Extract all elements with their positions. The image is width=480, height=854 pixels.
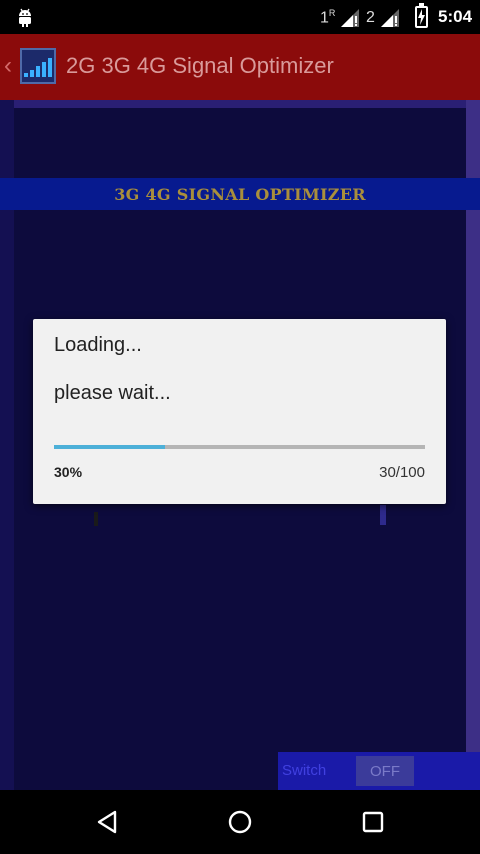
off-toggle-button[interactable]: OFF — [356, 756, 414, 786]
recents-button[interactable] — [355, 804, 391, 840]
sim1-label: 1 — [320, 9, 329, 26]
app-icon[interactable] — [20, 48, 56, 84]
recents-icon — [362, 811, 384, 833]
clock: 5:04 — [438, 7, 473, 26]
frame-top — [0, 100, 480, 108]
progress-count: 30/100 — [379, 464, 425, 481]
action-bar: ‹ 2G 3G 4G Signal Optimizer — [0, 34, 480, 100]
home-icon — [228, 810, 252, 834]
navigation-bar — [0, 790, 480, 854]
progress-bar — [54, 445, 425, 449]
signal-strength-icon — [341, 9, 360, 27]
sim2-signal: 2 — [366, 8, 400, 28]
obscured-mark — [94, 512, 98, 526]
back-icon — [97, 810, 117, 834]
status-bar: 1R 2 5:04 — [0, 0, 480, 34]
obscured-panel — [100, 505, 386, 525]
up-navigation-icon[interactable]: ‹ — [4, 52, 12, 80]
progress-percent: 30% — [54, 464, 83, 480]
switch-row: Switch OFF — [278, 752, 480, 790]
battery-charging-icon — [415, 3, 428, 28]
progress-bar-fill — [54, 445, 166, 449]
dialog-message: please wait... — [54, 382, 171, 404]
sim1-signal: 1R — [320, 8, 360, 28]
banner-text: 3G 4G SIGNAL OPTIMIZER — [114, 184, 366, 204]
android-debug-icon — [19, 8, 31, 27]
home-button[interactable] — [222, 804, 258, 840]
back-button[interactable] — [89, 804, 125, 840]
signal-strength-icon — [380, 9, 399, 27]
dialog-title: Loading... — [54, 334, 142, 356]
page-title: 2G 3G 4G Signal Optimizer — [66, 53, 334, 78]
app-banner: 3G 4G SIGNAL OPTIMIZER — [0, 178, 480, 210]
switch-label: Switch — [282, 762, 327, 779]
loading-dialog: Loading... please wait... 30% 30/100 — [33, 319, 446, 504]
roaming-indicator: R — [328, 7, 336, 18]
sim2-label: 2 — [366, 9, 375, 26]
